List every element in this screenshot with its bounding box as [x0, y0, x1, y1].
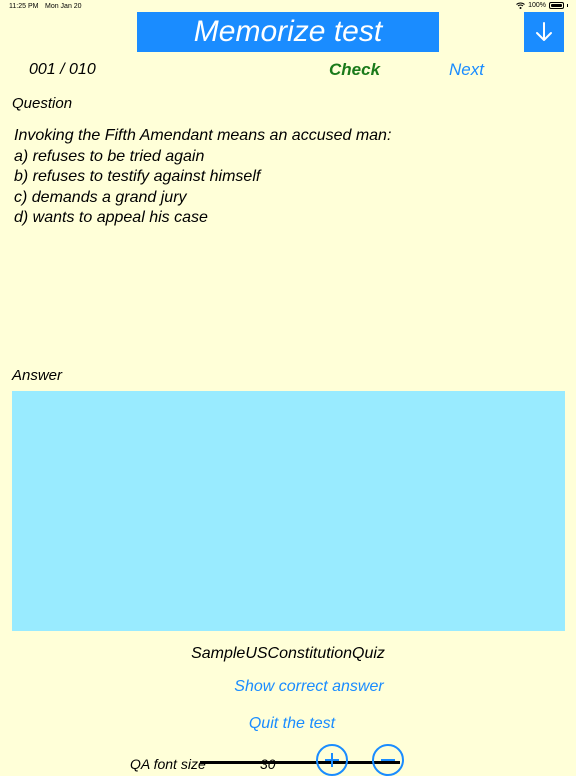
quit-test-button[interactable]: Quit the test [0, 715, 576, 733]
down-button[interactable] [524, 12, 564, 52]
wifi-icon [516, 2, 525, 9]
decrease-font-button[interactable] [372, 744, 404, 776]
question-line: Invoking the Fifth Amendant means an acc… [14, 127, 392, 144]
status-indicators: 100% [516, 2, 568, 9]
show-answer-button[interactable]: Show correct answer [0, 678, 576, 696]
question-line: b) refuses to testify against himself [14, 168, 261, 185]
question-text: Invoking the Fifth Amendant means an acc… [14, 126, 554, 356]
question-label: Question [12, 95, 73, 112]
check-button[interactable]: Check [329, 60, 380, 80]
answer-label: Answer [12, 367, 63, 384]
font-size-slider-track [200, 761, 400, 764]
quiz-name: SampleUSConstitutionQuiz [191, 645, 385, 662]
question-line: d) wants to appeal his case [14, 209, 208, 226]
question-line: a) refuses to be tried again [14, 147, 205, 165]
show-answer-label[interactable]: Show correct answer [234, 678, 383, 695]
arrow-down-icon [536, 22, 552, 41]
font-size-value: 30 [260, 756, 276, 772]
battery-percent: 100% [528, 2, 546, 9]
question-line: c) demands a grand jury [14, 188, 187, 206]
battery-icon [549, 2, 564, 9]
status-date: Mon Jan 20 [45, 3, 82, 10]
battery-tip [567, 4, 568, 7]
question-counter: 001 / 010 [29, 61, 96, 78]
quit-test-label[interactable]: Quit the test [249, 715, 335, 732]
status-time: 11:25 PM [9, 3, 39, 10]
increase-font-button[interactable] [316, 744, 348, 776]
font-size-label: QA font size [130, 756, 206, 772]
answer-input[interactable] [12, 391, 565, 631]
page-title: Memorize test [137, 12, 439, 52]
next-button[interactable]: Next [449, 60, 484, 80]
